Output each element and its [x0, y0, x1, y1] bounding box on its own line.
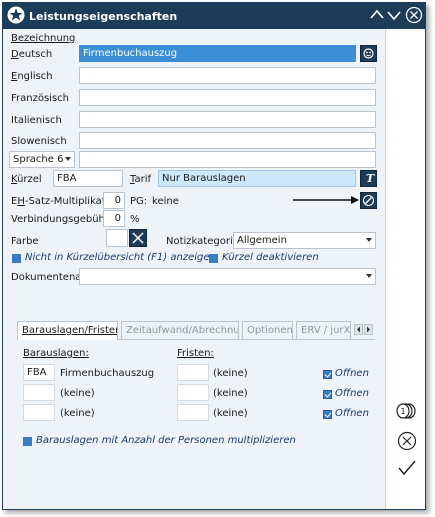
tarif-input[interactable]: Nur Barauslagen [158, 170, 356, 187]
tab-panel: Barauslagen: Fristen: FBA Firmenbuchausz… [17, 339, 375, 459]
multiplizieren-checkbox[interactable] [23, 437, 32, 446]
multiplizieren-label: Barauslagen mit Anzahl der Personen mult… [36, 435, 296, 446]
tab-label: Zeitaufwand/Abrechnung [126, 325, 239, 336]
verbindung-input[interactable]: 0 [103, 210, 125, 227]
translate-icon [363, 48, 374, 59]
svg-text:1: 1 [400, 407, 405, 416]
counter-icon[interactable]: 1 [395, 402, 417, 423]
kuerzel-label: Kürzel [11, 174, 42, 185]
tab-zeitaufwand-abrechnung[interactable]: Zeitaufwand/Abrechnung [121, 321, 239, 339]
eh-input[interactable]: 0 [103, 192, 125, 209]
chevron-down-icon [366, 274, 372, 278]
tab-barauslagen-fristen[interactable]: Barauslagen/Fristen [17, 321, 118, 340]
notiz-label: Notizkategorie [166, 236, 239, 247]
tarif-label: Tarif [130, 174, 151, 185]
notiz-select-value: Allgemein [237, 235, 287, 246]
cancel-icon[interactable] [397, 431, 417, 454]
franzoesisch-input[interactable] [79, 89, 376, 106]
dialog-window: Leistungseigenschaften Bezeichnung Deuts… [2, 2, 426, 510]
englisch-input[interactable] [79, 67, 376, 84]
expand-chevron-icon[interactable] [386, 6, 402, 27]
form-area: Bezeichnung Deutsch Firmenbuchauszug Eng… [3, 29, 385, 509]
eh-label: EH-Satz-Multiplikator [11, 196, 116, 207]
nicht-anzeigen-label: Nicht in Kürzelübersicht (F1) anzeigen [25, 252, 216, 263]
barauslage-name-2: (keine) [60, 388, 95, 399]
offnen-label-3: Offnen [335, 408, 369, 419]
fristen-header: Fristen: [177, 348, 214, 359]
tab-label: Barauslagen/Fristen [22, 325, 118, 336]
verbindung-label: Verbindungsgebühr [11, 214, 110, 225]
window-title: Leistungseigenschaften [29, 10, 178, 23]
sprache-select-value: Sprache 6 [13, 154, 64, 165]
minimize-chevron-icon[interactable] [369, 6, 385, 27]
percent-label: % [130, 214, 140, 225]
dokumentenart-select[interactable] [79, 268, 376, 285]
frist-name-1: (keine) [213, 368, 248, 379]
edit-icon [362, 194, 375, 207]
sprache-select[interactable]: Sprache 6 [9, 151, 75, 168]
deutsch-input[interactable]: Firmenbuchauszug [79, 45, 356, 62]
deutsch-label: Deutsch [11, 49, 53, 60]
offnen-checkbox-3[interactable] [323, 410, 332, 419]
offnen-label-2: Offnen [335, 388, 369, 399]
englisch-label: Englisch [11, 71, 53, 82]
chevron-down-icon [65, 157, 71, 161]
tab-optionen[interactable]: Optionen [242, 321, 293, 339]
arrow-annotation-icon [293, 196, 359, 204]
tab-erv-jurxp[interactable]: ERV / jurXp [296, 321, 351, 339]
star-icon [7, 6, 25, 27]
farbe-swatch[interactable] [106, 229, 128, 247]
frist-name-3: (keine) [213, 408, 248, 419]
barauslagen-header: Barauslagen: [23, 348, 89, 359]
slowenisch-input[interactable] [79, 132, 376, 149]
deaktivieren-label: Kürzel deaktivieren [222, 252, 319, 263]
barauslage-code-1[interactable]: FBA [23, 364, 55, 381]
tarif-button[interactable]: T [360, 170, 377, 187]
tab-label: ERV / jurXp [301, 325, 351, 336]
italienisch-label: Italienisch [11, 115, 62, 126]
tab-scroll-left-icon[interactable] [354, 324, 363, 335]
close-icon[interactable] [405, 6, 423, 27]
pg-label: PG: [130, 196, 148, 207]
offnen-checkbox-2[interactable] [323, 390, 332, 399]
barauslage-code-2[interactable] [23, 384, 55, 401]
dokumentenart-label: Dokumentenart [11, 272, 90, 283]
notiz-select[interactable]: Allgemein [233, 232, 376, 249]
action-sidebar: 1 [385, 29, 425, 509]
tab-scroll-right-icon[interactable] [364, 324, 373, 335]
farbe-label: Farbe [11, 236, 39, 247]
tab-bar: Barauslagen/Fristen Zeitaufwand/Abrechnu… [17, 321, 375, 340]
kuerzel-input[interactable]: FBA [53, 170, 123, 187]
offnen-label-1: Offnen [335, 368, 369, 379]
italienisch-input[interactable] [79, 111, 376, 128]
farbe-clear-button[interactable] [129, 229, 147, 247]
frist-code-1[interactable] [177, 364, 209, 381]
offnen-checkbox-1[interactable] [323, 370, 332, 379]
barauslage-code-3[interactable] [23, 404, 55, 421]
pg-value: keine [152, 196, 179, 207]
slowenisch-label: Slowenisch [11, 136, 67, 147]
clear-x-icon [132, 232, 144, 244]
frist-code-3[interactable] [177, 404, 209, 421]
barauslage-name-3: (keine) [60, 408, 95, 419]
frist-name-2: (keine) [213, 388, 248, 399]
tarif-t-icon: T [366, 172, 375, 185]
nicht-anzeigen-checkbox[interactable] [12, 254, 21, 263]
bezeichnung-section-label: Bezeichnung [11, 33, 76, 44]
barauslage-name-1: Firmenbuchauszug [60, 368, 155, 379]
chevron-down-icon [366, 238, 372, 242]
confirm-check-icon[interactable] [397, 459, 417, 480]
title-bar: Leistungseigenschaften [3, 3, 425, 29]
frist-code-2[interactable] [177, 384, 209, 401]
sprache6-input[interactable] [79, 151, 376, 168]
tab-label: Optionen [247, 325, 293, 336]
deaktivieren-checkbox[interactable] [209, 254, 218, 263]
translate-button[interactable] [360, 45, 377, 62]
franzoesisch-label: Französisch [11, 93, 70, 104]
pg-edit-button[interactable] [360, 192, 377, 209]
